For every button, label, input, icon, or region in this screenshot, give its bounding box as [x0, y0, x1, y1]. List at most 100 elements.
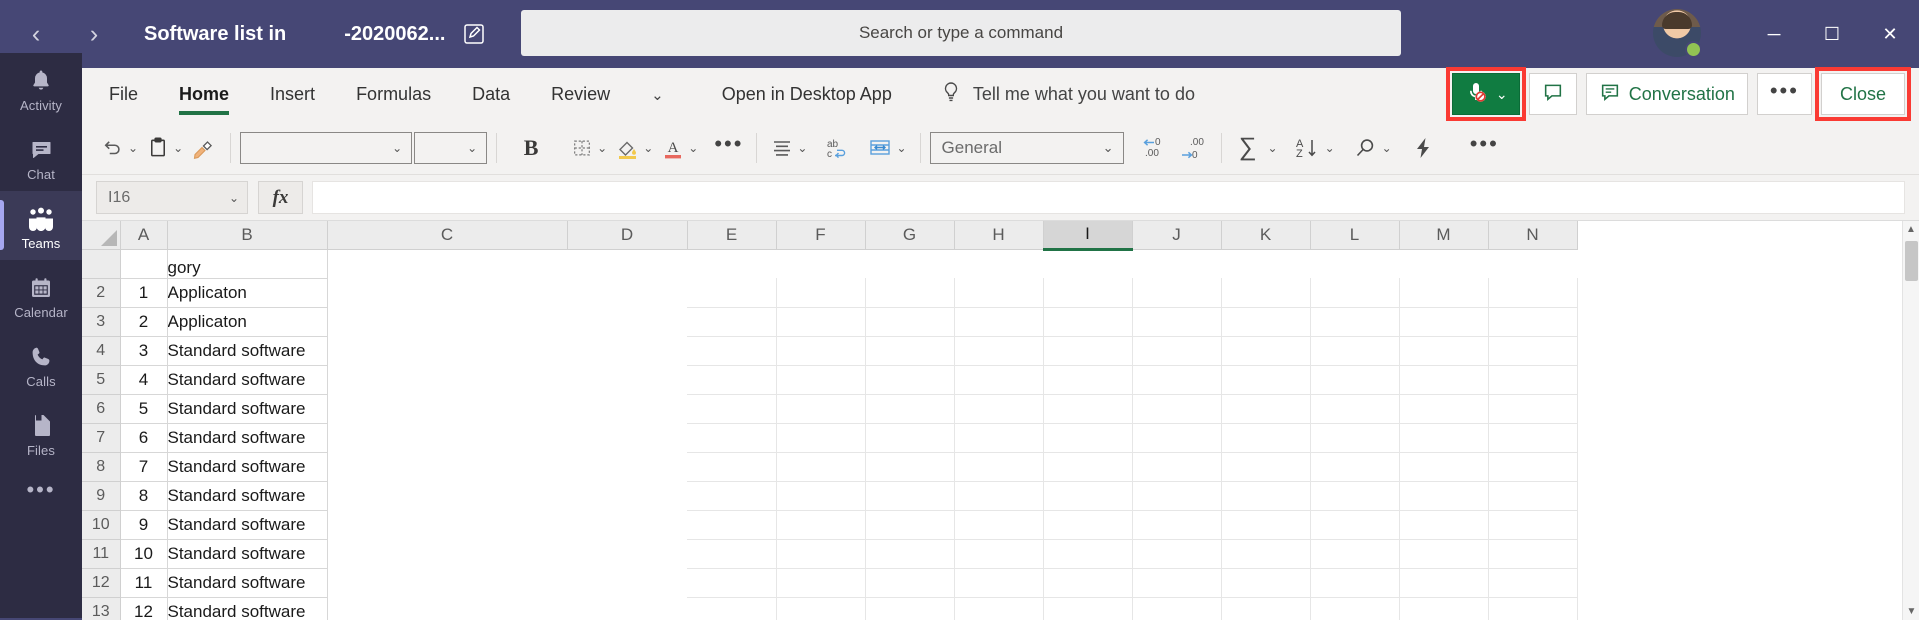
cell-h[interactable]	[954, 423, 1044, 453]
cell-i[interactable]	[1043, 539, 1133, 569]
cell-j[interactable]	[1132, 510, 1222, 540]
cell-n[interactable]	[1488, 307, 1578, 337]
row-header[interactable]: 5	[82, 365, 121, 395]
font-group-more-button[interactable]: •••	[710, 128, 747, 168]
cell-m[interactable]	[1399, 539, 1489, 569]
cell-a[interactable]: 2	[120, 307, 168, 337]
cell-b[interactable]: Standard software	[167, 365, 328, 395]
cell-g[interactable]	[865, 510, 955, 540]
cell-m[interactable]	[1399, 452, 1489, 482]
tell-me-search[interactable]: Tell me what you want to do	[942, 81, 1195, 108]
table-row[interactable]: 11 10 Standard software	[82, 539, 1578, 569]
tab-data[interactable]: Data	[472, 68, 510, 121]
cell-i[interactable]	[1043, 481, 1133, 511]
find-icon[interactable]: ⌄	[1349, 128, 1396, 168]
fill-color-chevron-down-icon[interactable]: ⌄	[643, 141, 653, 155]
find-chevron-down-icon[interactable]: ⌄	[1382, 141, 1392, 155]
font-color-button[interactable]: A ⌄	[657, 128, 702, 168]
cell-f[interactable]	[776, 307, 866, 337]
borders-button[interactable]: ⌄	[566, 128, 611, 168]
row-header[interactable]: 10	[82, 510, 121, 540]
cell-d[interactable]	[567, 365, 687, 394]
cell-e[interactable]	[687, 423, 777, 453]
cell-n[interactable]	[1488, 510, 1578, 540]
cell-n[interactable]	[1488, 481, 1578, 511]
table-row[interactable]: 10 9 Standard software	[82, 510, 1578, 540]
cell-i[interactable]	[1043, 452, 1133, 482]
table-row[interactable]: 7 6 Standard software	[82, 423, 1578, 453]
borders-chevron-down-icon[interactable]: ⌄	[597, 141, 607, 155]
cell-e[interactable]	[687, 336, 777, 366]
cell-d[interactable]	[567, 539, 687, 568]
cell-i[interactable]	[1043, 597, 1133, 620]
table-row[interactable]: 12 11 Standard software	[82, 568, 1578, 598]
table-row[interactable]: 2 1 Applicaton	[82, 278, 1578, 308]
autosum-button[interactable]: ∑	[1231, 128, 1265, 168]
cell-d[interactable]	[567, 597, 687, 620]
cell-c[interactable]	[327, 278, 567, 307]
toolbar-more-button[interactable]: •••	[1466, 128, 1503, 168]
align-chevron-down-icon[interactable]: ⌄	[797, 141, 807, 155]
merge-cells-button[interactable]: ⌄	[863, 128, 910, 168]
table-row[interactable]: 5 4 Standard software	[82, 365, 1578, 395]
cell-d[interactable]	[567, 568, 687, 597]
tab-formulas[interactable]: Formulas	[356, 68, 431, 121]
cell-n[interactable]	[1488, 452, 1578, 482]
cell-m[interactable]	[1399, 336, 1489, 366]
sidebar-item-calls[interactable]: Calls	[0, 329, 82, 398]
merge-chevron-down-icon[interactable]: ⌄	[896, 141, 906, 155]
cell-k[interactable]	[1221, 394, 1311, 424]
name-box[interactable]: I16 ⌄	[96, 181, 248, 214]
table-row[interactable]: 8 7 Standard software	[82, 452, 1578, 482]
cell-h[interactable]	[954, 336, 1044, 366]
cell-f[interactable]	[776, 481, 866, 511]
tab-review[interactable]: Review	[551, 68, 610, 121]
cell-b[interactable]: Standard software	[167, 394, 328, 424]
cell-k[interactable]	[1221, 307, 1311, 337]
cell-b[interactable]: Standard software	[167, 539, 328, 569]
cell-b[interactable]: Standard software	[167, 452, 328, 482]
cell-f[interactable]	[776, 539, 866, 569]
font-name-select[interactable]: ⌄	[240, 131, 413, 164]
cell-g[interactable]	[865, 539, 955, 569]
cell-e[interactable]	[687, 568, 777, 598]
cell-c[interactable]	[327, 365, 567, 394]
cell-b[interactable]: Standard software	[167, 568, 328, 598]
cell-b[interactable]: Standard software	[167, 336, 328, 366]
cell-i[interactable]	[1043, 394, 1133, 424]
cell-a[interactable]: 3	[120, 336, 168, 366]
column-header-f[interactable]: F	[776, 221, 866, 250]
cell-g[interactable]	[865, 307, 955, 337]
ribbon-overflow-chevron-down-icon[interactable]: ⌄	[651, 86, 664, 104]
cell-j[interactable]	[1132, 597, 1222, 620]
cell-f[interactable]	[776, 597, 866, 620]
cell-c[interactable]	[327, 539, 567, 568]
cell-a[interactable]: 10	[120, 539, 168, 569]
cell-h[interactable]	[954, 365, 1044, 395]
format-painter-button[interactable]	[187, 128, 221, 168]
cell-g[interactable]	[865, 597, 955, 620]
cell-e[interactable]	[687, 452, 777, 482]
bold-button[interactable]: B	[514, 128, 548, 168]
cell-f[interactable]	[776, 365, 866, 395]
cell-d[interactable]	[567, 423, 687, 452]
number-format-select[interactable]: General ⌄	[929, 131, 1124, 164]
table-row[interactable]: 4 3 Standard software	[82, 336, 1578, 366]
column-header-l[interactable]: L	[1310, 221, 1400, 250]
cell-j[interactable]	[1132, 481, 1222, 511]
column-header-m[interactable]: M	[1399, 221, 1489, 250]
cell-f[interactable]	[776, 452, 866, 482]
mic-chevron-down-icon[interactable]: ⌄	[1496, 86, 1508, 103]
cell-g[interactable]	[865, 423, 955, 453]
cell-d[interactable]	[567, 336, 687, 365]
cell-h[interactable]	[954, 394, 1044, 424]
cell-m[interactable]	[1399, 510, 1489, 540]
cell-m[interactable]	[1399, 365, 1489, 395]
row-header[interactable]: 6	[82, 394, 121, 424]
cell-g[interactable]	[865, 394, 955, 424]
clipped-header-cell[interactable]: gory	[167, 249, 328, 279]
cell-f[interactable]	[776, 394, 866, 424]
cell-g[interactable]	[865, 278, 955, 308]
sidebar-item-chat[interactable]: Chat	[0, 122, 82, 191]
row-header[interactable]: 9	[82, 481, 121, 511]
